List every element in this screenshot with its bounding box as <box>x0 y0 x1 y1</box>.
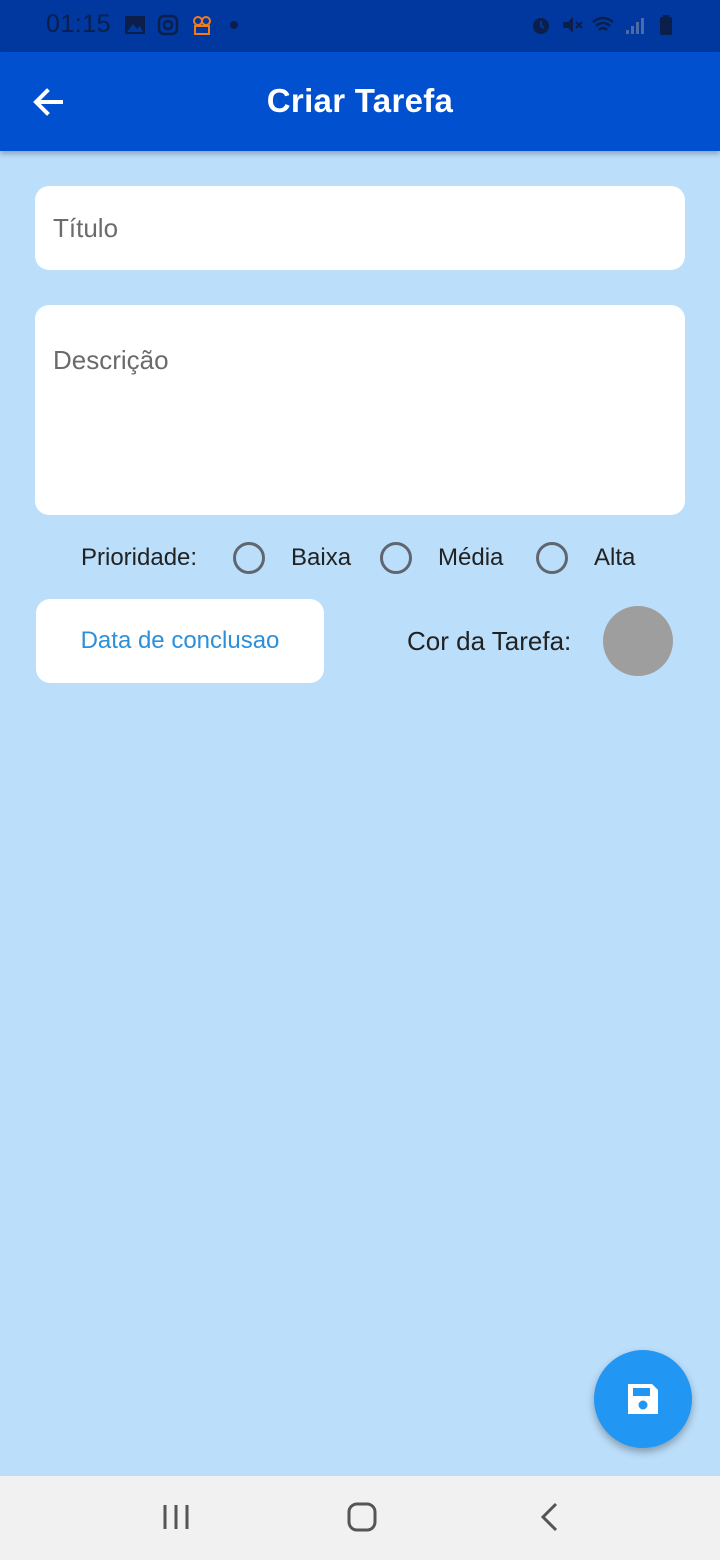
option-media-label[interactable]: Média <box>438 544 503 572</box>
title-placeholder: Título <box>53 213 119 243</box>
description-input[interactable]: Descrição <box>35 305 685 515</box>
color-picker-swatch[interactable] <box>603 606 673 676</box>
status-time: 01:15 <box>46 10 112 38</box>
priority-row: Prioridade: Baixa Média Alta <box>0 540 720 576</box>
priority-label: Prioridade: <box>81 544 198 571</box>
option-alta-label[interactable]: Alta <box>594 544 635 572</box>
color-label: Cor da Tarefa: <box>407 626 572 656</box>
radio-alta[interactable] <box>536 542 568 574</box>
recent-apps-icon[interactable] <box>160 1500 192 1534</box>
date-button[interactable]: Data de conclusao <box>36 599 324 683</box>
wifi-icon <box>592 16 614 31</box>
alarm-icon <box>533 18 549 34</box>
title-input[interactable]: Título <box>35 186 685 270</box>
system-nav-bar <box>0 1476 720 1560</box>
battery-icon <box>660 15 672 35</box>
gallery-icon <box>125 16 145 34</box>
option-baixa-label[interactable]: Baixa <box>291 544 351 572</box>
status-bar: 01:15 <box>0 0 720 52</box>
back-icon[interactable] <box>535 1500 565 1534</box>
dot-icon <box>230 21 238 29</box>
home-icon[interactable] <box>345 1500 379 1534</box>
signal-icon <box>626 18 644 34</box>
instagram-icon <box>157 14 179 36</box>
app-bar: Criar Tarefa <box>0 52 720 151</box>
radio-baixa[interactable] <box>233 542 265 574</box>
save-button[interactable] <box>594 1350 692 1448</box>
description-placeholder: Descrição <box>53 345 169 375</box>
radio-media[interactable] <box>380 542 412 574</box>
mute-icon <box>563 17 583 33</box>
save-icon <box>628 1384 658 1414</box>
page-title: Criar Tarefa <box>266 82 454 119</box>
app-notification-icon <box>193 16 211 35</box>
